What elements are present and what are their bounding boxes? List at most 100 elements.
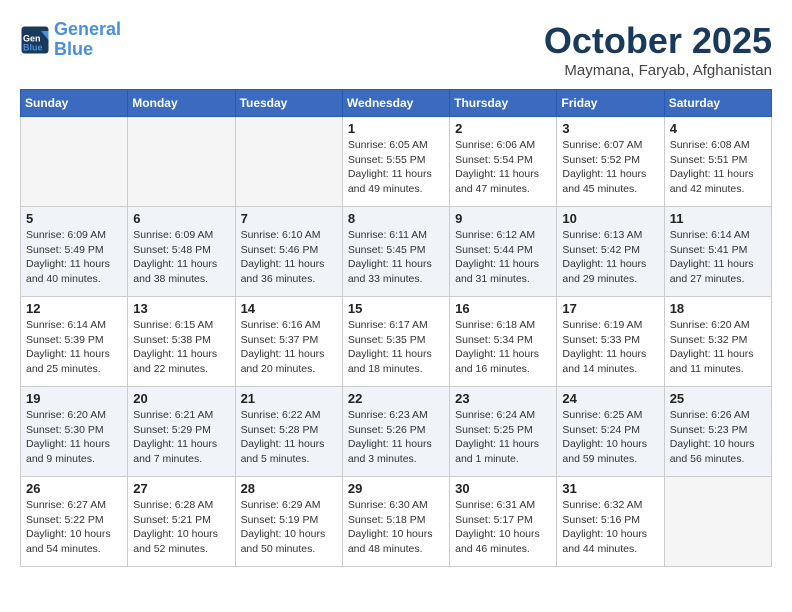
- day-number: 17: [562, 301, 658, 316]
- logo-general: General: [54, 19, 121, 39]
- day-header-monday: Monday: [128, 90, 235, 117]
- page-header: Gen Blue General Blue October 2025 Mayma…: [20, 20, 772, 79]
- day-header-wednesday: Wednesday: [342, 90, 449, 117]
- calendar-day: 8Sunrise: 6:11 AMSunset: 5:45 PMDaylight…: [342, 207, 449, 297]
- day-number: 28: [241, 481, 337, 496]
- calendar-day: 28 Sunrise: 6:29 AMSunset: 5:19 PMDayligh…: [235, 477, 342, 567]
- day-header-friday: Friday: [557, 90, 664, 117]
- calendar-day: 22Sunrise: 6:23 AMSunset: 5:26 PMDayligh…: [342, 387, 449, 477]
- calendar-week-1: 1 Sunrise: 6:05 AMSunset: 5:55 PMDaylight…: [21, 117, 772, 207]
- day-info: Sunrise: 6:06 AMSunset: 5:54 PMDaylight:…: [455, 138, 551, 197]
- calendar-day: 12 Sunrise: 6:14 AMSunset: 5:39 PMDayligh…: [21, 297, 128, 387]
- calendar-day: 20Sunrise: 6:21 AMSunset: 5:29 PMDayligh…: [128, 387, 235, 477]
- svg-text:Blue: Blue: [23, 42, 43, 52]
- day-number: 30: [455, 481, 551, 496]
- day-number: 29: [348, 481, 444, 496]
- location: Maymana, Faryab, Afghanistan: [544, 62, 772, 79]
- calendar-day: 26 Sunrise: 6:27 AMSunset: 5:22 PMDayligh…: [21, 477, 128, 567]
- day-info: Sunrise: 6:29 AMSunset: 5:19 PMDaylight:…: [241, 498, 337, 557]
- day-number: 31: [562, 481, 658, 496]
- calendar-week-5: 26 Sunrise: 6:27 AMSunset: 5:22 PMDayligh…: [21, 477, 772, 567]
- calendar-day: [235, 117, 342, 207]
- day-info: Sunrise: 6:31 AMSunset: 5:17 PMDaylight:…: [455, 498, 551, 557]
- day-info: Sunrise: 6:18 AMSunset: 5:34 PMDaylight:…: [455, 318, 551, 377]
- day-info: Sunrise: 6:23 AMSunset: 5:26 PMDaylight:…: [348, 408, 444, 467]
- calendar-day: 18 Sunrise: 6:20 AMSunset: 5:32 PMDayligh…: [664, 297, 771, 387]
- calendar-day: 23Sunrise: 6:24 AMSunset: 5:25 PMDayligh…: [450, 387, 557, 477]
- day-info: Sunrise: 6:12 AMSunset: 5:44 PMDaylight:…: [455, 228, 551, 287]
- calendar-day: 13Sunrise: 6:15 AMSunset: 5:38 PMDayligh…: [128, 297, 235, 387]
- day-info: Sunrise: 6:05 AMSunset: 5:55 PMDaylight:…: [348, 138, 444, 197]
- calendar-day: 16 Sunrise: 6:18 AMSunset: 5:34 PMDayligh…: [450, 297, 557, 387]
- calendar-day: 4 Sunrise: 6:08 AMSunset: 5:51 PMDaylight…: [664, 117, 771, 207]
- day-header-thursday: Thursday: [450, 90, 557, 117]
- calendar-day: 2Sunrise: 6:06 AMSunset: 5:54 PMDaylight…: [450, 117, 557, 207]
- day-info: Sunrise: 6:19 AMSunset: 5:33 PMDaylight:…: [562, 318, 658, 377]
- day-number: 25: [670, 391, 766, 406]
- day-info: Sunrise: 6:21 AMSunset: 5:29 PMDaylight:…: [133, 408, 229, 467]
- logo-blue: Blue: [54, 39, 93, 59]
- day-number: 6: [133, 211, 229, 226]
- day-info: Sunrise: 6:20 AMSunset: 5:32 PMDaylight:…: [670, 318, 766, 377]
- day-number: 16: [455, 301, 551, 316]
- day-info: Sunrise: 6:07 AMSunset: 5:52 PMDaylight:…: [562, 138, 658, 197]
- day-number: 26: [26, 481, 122, 496]
- calendar-day: 15Sunrise: 6:17 AMSunset: 5:35 PMDayligh…: [342, 297, 449, 387]
- calendar-day: 21 Sunrise: 6:22 AMSunset: 5:28 PMDayligh…: [235, 387, 342, 477]
- day-number: 12: [26, 301, 122, 316]
- day-header-tuesday: Tuesday: [235, 90, 342, 117]
- day-number: 1: [348, 121, 444, 136]
- calendar-week-3: 12 Sunrise: 6:14 AMSunset: 5:39 PMDayligh…: [21, 297, 772, 387]
- calendar-day: 3 Sunrise: 6:07 AMSunset: 5:52 PMDaylight…: [557, 117, 664, 207]
- day-info: Sunrise: 6:13 AMSunset: 5:42 PMDaylight:…: [562, 228, 658, 287]
- calendar-day: 25Sunrise: 6:26 AMSunset: 5:23 PMDayligh…: [664, 387, 771, 477]
- day-number: 15: [348, 301, 444, 316]
- day-number: 27: [133, 481, 229, 496]
- day-number: 10: [562, 211, 658, 226]
- calendar-week-4: 19 Sunrise: 6:20 AMSunset: 5:30 PMDayligh…: [21, 387, 772, 477]
- day-info: Sunrise: 6:24 AMSunset: 5:25 PMDaylight:…: [455, 408, 551, 467]
- logo-text: General Blue: [54, 20, 121, 60]
- calendar-table: SundayMondayTuesdayWednesdayThursdayFrid…: [20, 89, 772, 567]
- calendar-day: 11Sunrise: 6:14 AMSunset: 5:41 PMDayligh…: [664, 207, 771, 297]
- calendar-day: 10 Sunrise: 6:13 AMSunset: 5:42 PMDayligh…: [557, 207, 664, 297]
- day-number: 18: [670, 301, 766, 316]
- calendar-day: [664, 477, 771, 567]
- day-info: Sunrise: 6:14 AMSunset: 5:39 PMDaylight:…: [26, 318, 122, 377]
- day-info: Sunrise: 6:08 AMSunset: 5:51 PMDaylight:…: [670, 138, 766, 197]
- day-info: Sunrise: 6:27 AMSunset: 5:22 PMDaylight:…: [26, 498, 122, 557]
- day-number: 7: [241, 211, 337, 226]
- calendar-day: 6Sunrise: 6:09 AMSunset: 5:48 PMDaylight…: [128, 207, 235, 297]
- day-number: 5: [26, 211, 122, 226]
- day-number: 4: [670, 121, 766, 136]
- calendar-day: 5Sunrise: 6:09 AMSunset: 5:49 PMDaylight…: [21, 207, 128, 297]
- calendar-day: 30 Sunrise: 6:31 AMSunset: 5:17 PMDayligh…: [450, 477, 557, 567]
- logo: Gen Blue General Blue: [20, 20, 121, 60]
- calendar-day: 19 Sunrise: 6:20 AMSunset: 5:30 PMDayligh…: [21, 387, 128, 477]
- day-number: 19: [26, 391, 122, 406]
- day-info: Sunrise: 6:25 AMSunset: 5:24 PMDaylight:…: [562, 408, 658, 467]
- day-number: 9: [455, 211, 551, 226]
- day-number: 13: [133, 301, 229, 316]
- calendar-week-2: 5Sunrise: 6:09 AMSunset: 5:49 PMDaylight…: [21, 207, 772, 297]
- day-number: 21: [241, 391, 337, 406]
- day-number: 3: [562, 121, 658, 136]
- day-number: 8: [348, 211, 444, 226]
- calendar-day: [128, 117, 235, 207]
- logo-icon: Gen Blue: [20, 25, 50, 55]
- day-info: Sunrise: 6:10 AMSunset: 5:46 PMDaylight:…: [241, 228, 337, 287]
- day-number: 14: [241, 301, 337, 316]
- day-header-sunday: Sunday: [21, 90, 128, 117]
- day-info: Sunrise: 6:16 AMSunset: 5:37 PMDaylight:…: [241, 318, 337, 377]
- calendar-day: [21, 117, 128, 207]
- calendar-day: 31 Sunrise: 6:32 AMSunset: 5:16 PMDayligh…: [557, 477, 664, 567]
- day-info: Sunrise: 6:32 AMSunset: 5:16 PMDaylight:…: [562, 498, 658, 557]
- calendar-day: 1 Sunrise: 6:05 AMSunset: 5:55 PMDaylight…: [342, 117, 449, 207]
- day-info: Sunrise: 6:20 AMSunset: 5:30 PMDaylight:…: [26, 408, 122, 467]
- title-block: October 2025 Maymana, Faryab, Afghanista…: [544, 20, 772, 79]
- calendar-day: 27Sunrise: 6:28 AMSunset: 5:21 PMDayligh…: [128, 477, 235, 567]
- calendar-header-row: SundayMondayTuesdayWednesdayThursdayFrid…: [21, 90, 772, 117]
- day-info: Sunrise: 6:22 AMSunset: 5:28 PMDaylight:…: [241, 408, 337, 467]
- day-header-saturday: Saturday: [664, 90, 771, 117]
- day-info: Sunrise: 6:30 AMSunset: 5:18 PMDaylight:…: [348, 498, 444, 557]
